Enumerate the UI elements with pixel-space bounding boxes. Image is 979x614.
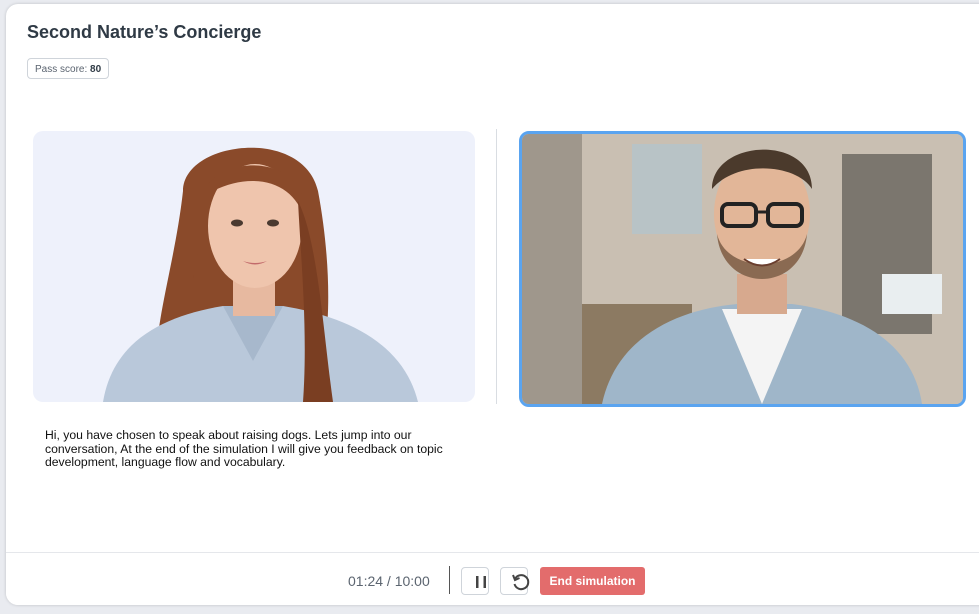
restart-icon <box>512 574 530 591</box>
pause-button[interactable] <box>461 567 489 595</box>
user-webcam-video <box>519 131 966 407</box>
pass-score-value: 80 <box>90 64 102 75</box>
session-timer: 01:24 / 10:00 <box>348 573 430 589</box>
timer-total: 10:00 <box>394 573 430 589</box>
user-man-image <box>522 134 963 404</box>
restart-button[interactable] <box>500 567 530 595</box>
avatar-video <box>33 131 475 402</box>
pass-score-badge: Pass score: 80 <box>27 58 110 79</box>
end-simulation-button[interactable]: End simulation <box>540 567 645 595</box>
page-title: Second Nature’s Concierge <box>27 22 262 42</box>
timer-separator: / <box>383 573 395 589</box>
simulation-card: Second Nature’s Concierge Pass score: 80 <box>6 4 979 605</box>
avatar-woman-image <box>103 147 418 402</box>
controls-divider <box>449 566 450 594</box>
timer-elapsed: 01:24 <box>348 573 384 589</box>
avatar-message: Hi, you have chosen to speak about raisi… <box>45 428 443 470</box>
panel-divider <box>496 129 497 404</box>
pause-icon <box>476 576 486 588</box>
pass-score-label: Pass score: <box>35 64 91 75</box>
controls-bar: 01:24 / 10:00 End simulation <box>6 552 979 605</box>
